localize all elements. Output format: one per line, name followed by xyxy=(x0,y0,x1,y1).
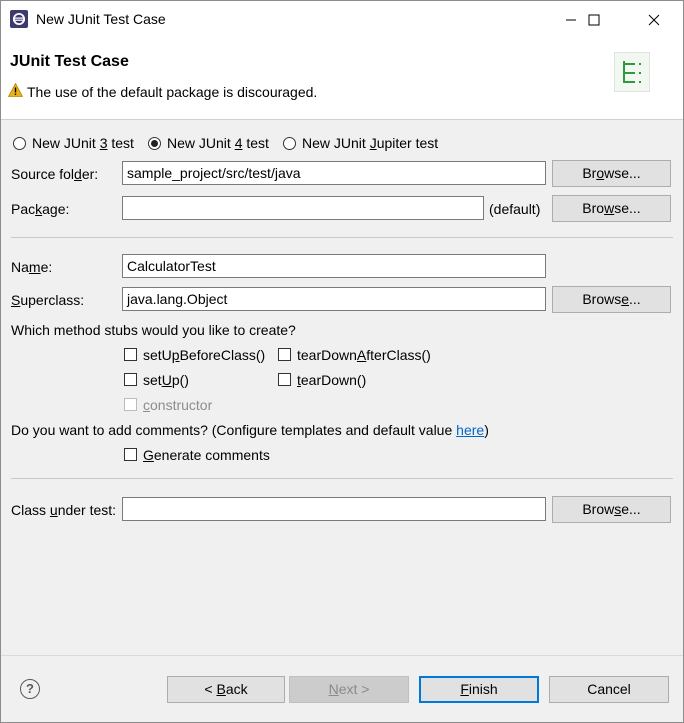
comments-question: Do you want to add comments? (Configure … xyxy=(11,422,489,438)
back-button[interactable]: < Back xyxy=(167,676,285,703)
window-title: New JUnit Test Case xyxy=(36,11,166,27)
close-button[interactable] xyxy=(631,1,677,39)
teardown-after-class-checkbox[interactable] xyxy=(278,348,291,361)
help-icon[interactable]: ? xyxy=(20,679,40,699)
class-under-test-label: Class under test: xyxy=(11,502,117,518)
cancel-button[interactable]: Cancel xyxy=(549,676,669,703)
name-input[interactable]: CalculatorTest xyxy=(122,254,546,278)
source-folder-label: Source folder: xyxy=(11,166,99,182)
generate-comments-label: Generate comments xyxy=(143,447,270,463)
separator xyxy=(11,478,673,479)
teardown-checkbox[interactable] xyxy=(278,373,291,386)
warning-icon xyxy=(8,83,23,97)
finish-button[interactable]: Finish xyxy=(419,676,539,703)
footer-separator xyxy=(1,655,683,656)
teardown-after-class-label: tearDownAfterClass() xyxy=(297,347,431,363)
superclass-input[interactable]: java.lang.Object xyxy=(122,287,546,311)
title-bar: New JUnit Test Case xyxy=(1,1,683,39)
superclass-browse-button[interactable]: Browse... xyxy=(552,286,671,313)
name-label: Name: xyxy=(11,259,53,275)
package-default-label: (default) xyxy=(489,201,541,217)
constructor-label: constructor xyxy=(143,397,213,413)
package-browse-button[interactable]: Browse... xyxy=(552,195,671,222)
setup-checkbox[interactable] xyxy=(124,373,137,386)
junit3-radio[interactable] xyxy=(13,137,26,150)
dialog-window: New JUnit Test Case JUnit Test Case The … xyxy=(0,0,684,723)
method-stubs-question: Which method stubs would you like to cre… xyxy=(11,322,296,338)
source-folder-input[interactable]: sample_project/src/test/java xyxy=(122,161,546,185)
warning-message: The use of the default package is discou… xyxy=(27,84,318,100)
junit3-label: New JUnit 3 test xyxy=(32,135,134,151)
next-button[interactable]: Next > xyxy=(289,676,409,703)
configure-templates-link[interactable]: here xyxy=(456,422,484,438)
generate-comments-checkbox[interactable] xyxy=(124,448,137,461)
package-input[interactable] xyxy=(122,196,484,220)
setup-before-class-checkbox[interactable] xyxy=(124,348,137,361)
junit4-label: New JUnit 4 test xyxy=(167,135,269,151)
class-under-test-browse-button[interactable]: Browse... xyxy=(552,496,671,523)
class-under-test-input[interactable] xyxy=(122,497,546,521)
constructor-checkbox xyxy=(124,398,137,411)
setup-before-class-label: setUpBeforeClass() xyxy=(143,347,266,363)
separator xyxy=(11,237,673,238)
maximize-icon xyxy=(588,14,600,26)
page-title: JUnit Test Case xyxy=(10,53,129,70)
junit-jupiter-radio[interactable] xyxy=(283,137,296,150)
package-label: Package: xyxy=(11,201,70,217)
teardown-label: tearDown() xyxy=(297,372,367,388)
maximize-button[interactable] xyxy=(571,1,617,39)
setup-label: setUp() xyxy=(143,372,189,388)
wizard-header: JUnit Test Case The use of the default p… xyxy=(1,39,683,120)
junit-wizard-banner-icon xyxy=(614,52,650,92)
source-folder-browse-button[interactable]: Browse... xyxy=(552,160,671,187)
junit4-radio[interactable] xyxy=(148,137,161,150)
superclass-label: Superclass: xyxy=(11,292,85,308)
junit-jupiter-label: New JUnit Jupiter test xyxy=(302,135,439,151)
eclipse-app-icon xyxy=(10,10,28,28)
close-icon xyxy=(648,14,660,26)
